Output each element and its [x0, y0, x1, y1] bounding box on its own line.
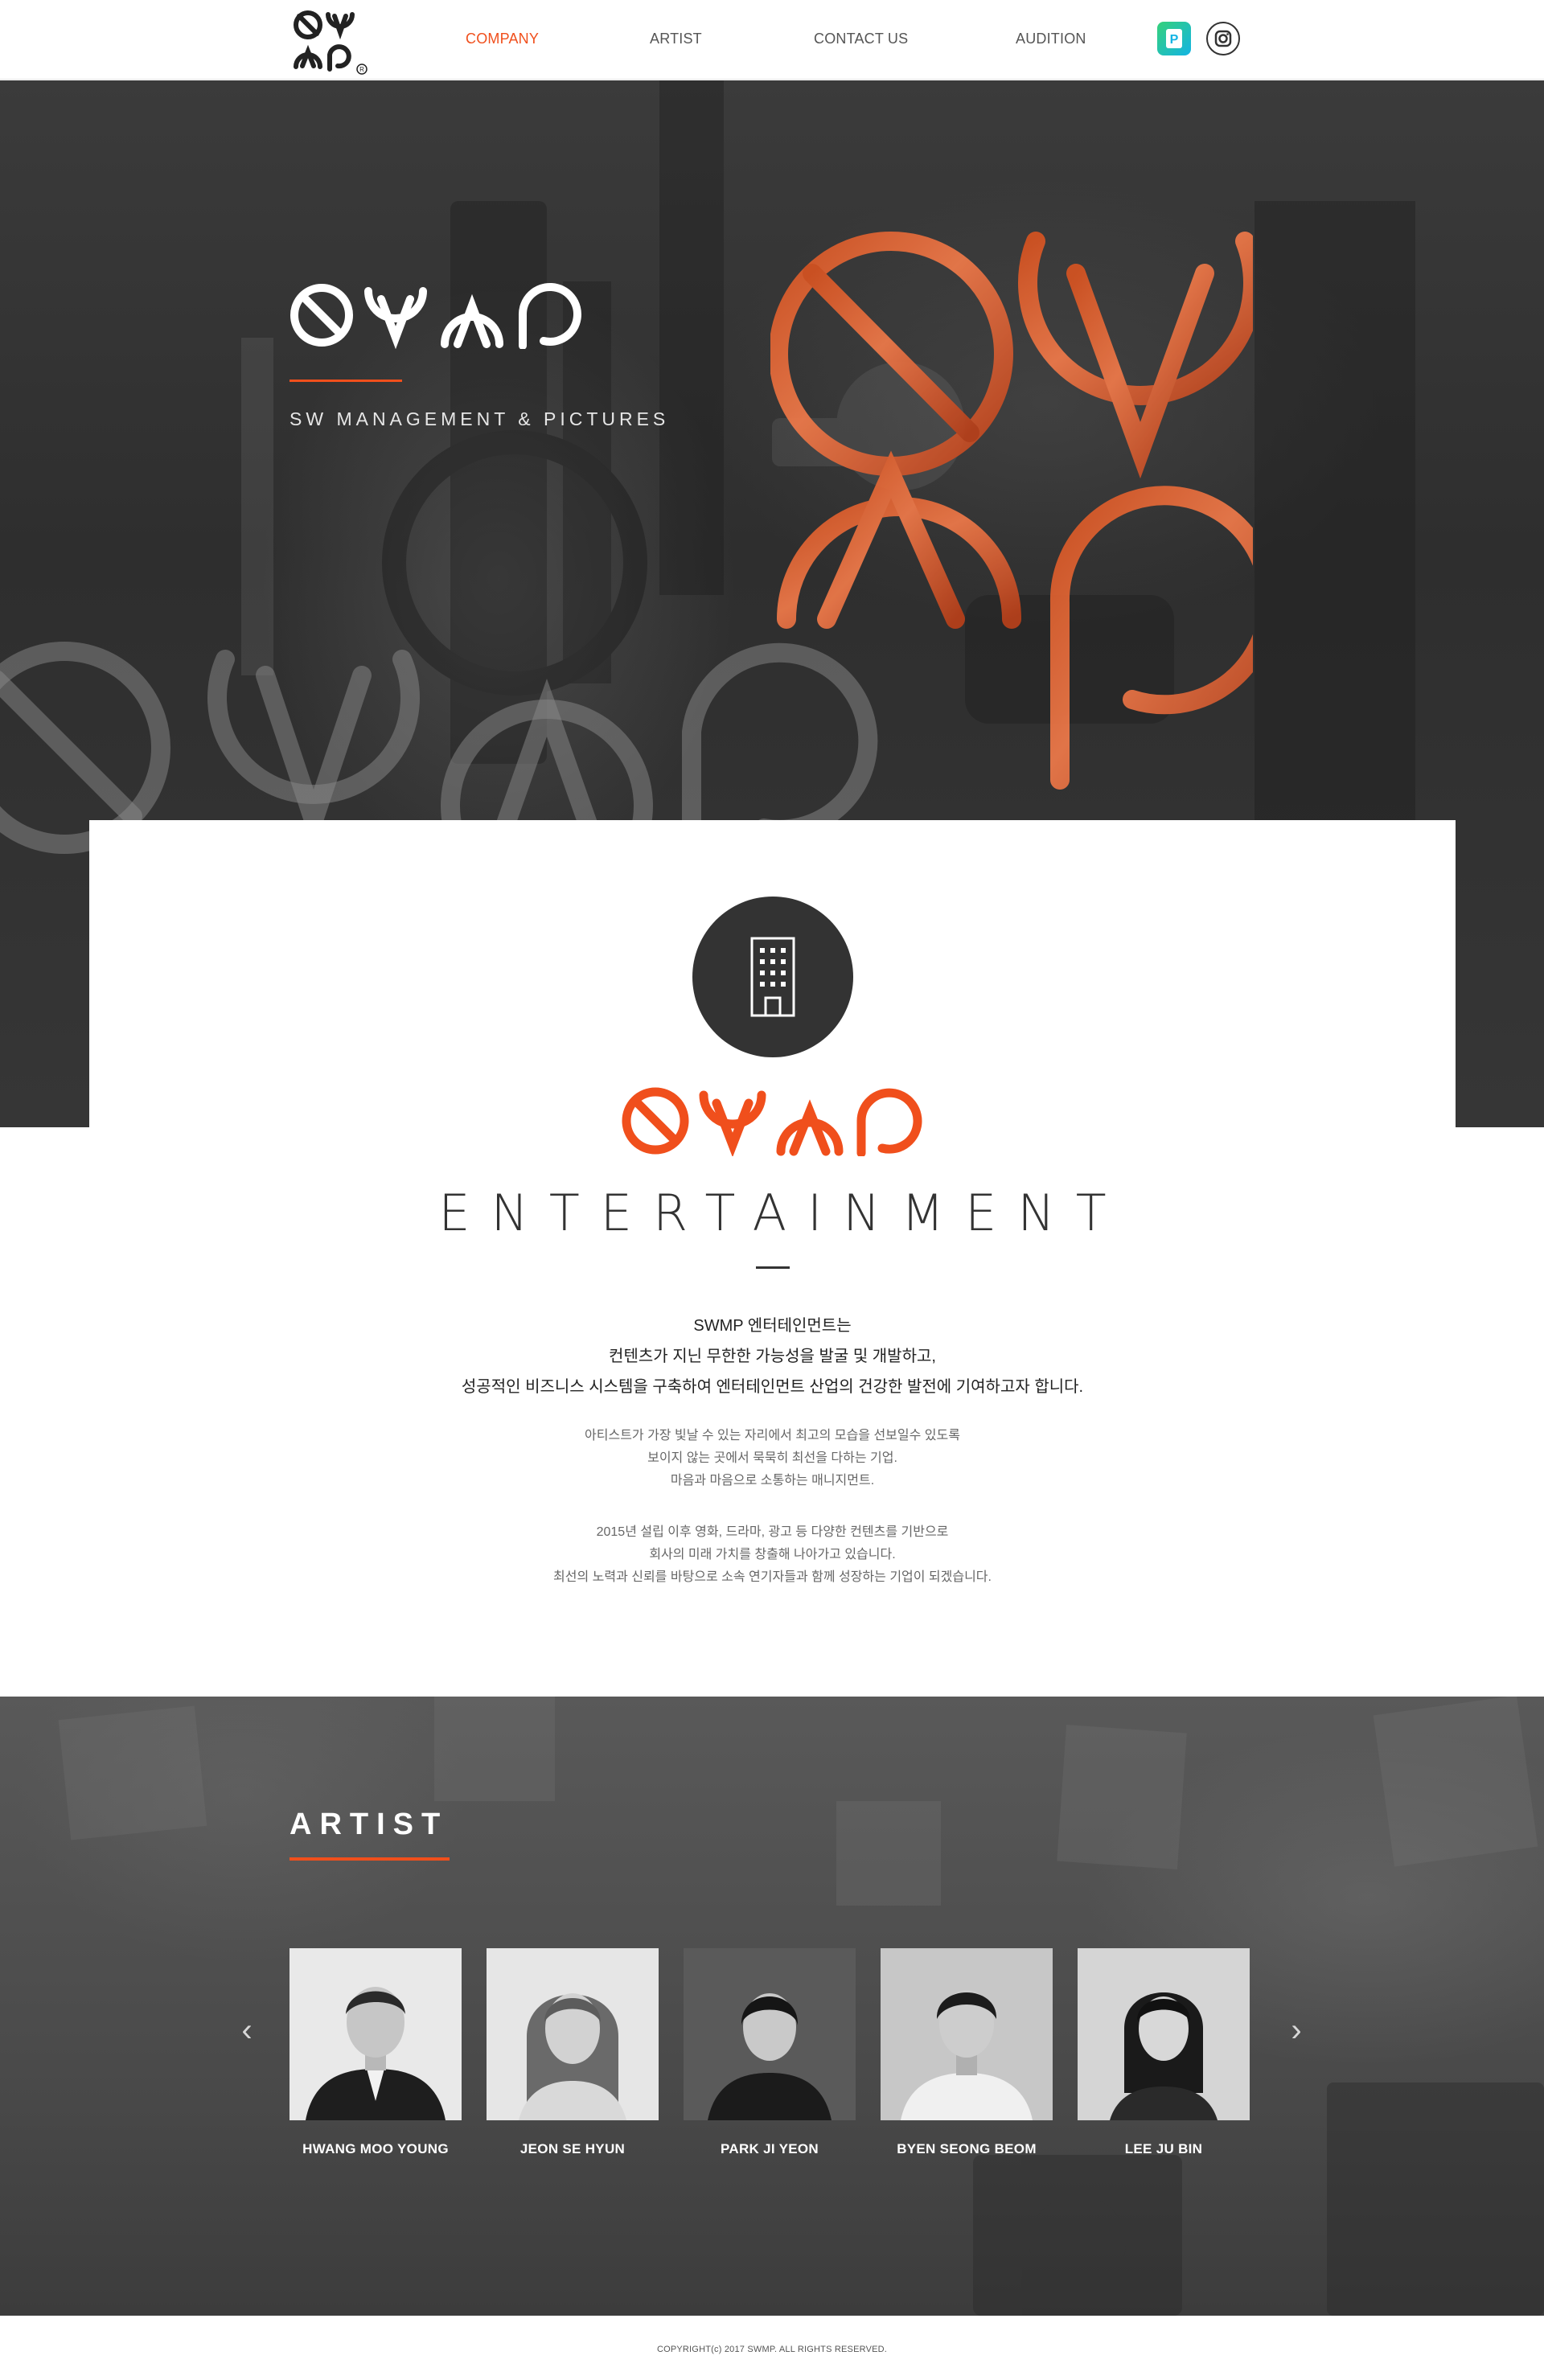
artist-carousel: HWANG MOO YOUNG JEON SE HYUN PARK JI YEO…: [290, 1948, 1254, 2189]
artist-name[interactable]: JEON SE HYUN: [487, 2141, 659, 2157]
svg-text:R: R: [359, 66, 364, 73]
lead-line: 컨텐츠가 지닌 무한한 가능성을 발굴 및 개발하고,: [609, 1348, 936, 1365]
svg-text:P: P: [1170, 33, 1179, 47]
chevron-right-icon[interactable]: ›: [1284, 2014, 1308, 2046]
paragraph-line: 아티스트가 가장 빛날 수 있는 자리에서 최고의 모습을 선보일수 있도록: [585, 1429, 960, 1442]
post-icon[interactable]: P: [1157, 22, 1191, 55]
chevron-left-icon[interactable]: ‹: [235, 2014, 259, 2046]
artist-card[interactable]: LEE JU BIN: [1078, 1948, 1250, 2157]
artist-card[interactable]: BYEN SEONG BEOM: [881, 1948, 1053, 2157]
copyright-text: COPYRIGHT(c) 2017 SWMP. ALL RIGHTS RESER…: [656, 2345, 888, 2354]
company-paragraph-2: 2015년 설립 이후 영화, 드라마, 광고 등 다양한 컨텐츠를 기반으로 …: [89, 1521, 1456, 1589]
swmp-logo[interactable]: R: [288, 6, 368, 76]
nav-audition[interactable]: AUDITION: [1016, 31, 1086, 47]
artist-card[interactable]: JEON SE HYUN: [487, 1948, 659, 2157]
nav-contact-us[interactable]: CONTACT US: [814, 31, 908, 47]
artist-card[interactable]: PARK JI YEON: [684, 1948, 856, 2157]
artist-section-title: ARTIST: [290, 1808, 449, 1841]
lead-line: 성공적인 비즈니스 시스템을 구축하여 엔터테인먼트 산업의 건강한 발전에 기…: [461, 1378, 1084, 1396]
company-intro-card: ENTERTAINMENT SWMP 엔터테인먼트는 컨텐츠가 지닌 무한한 가…: [89, 820, 1456, 1697]
company-paragraph-1: 아티스트가 가장 빛날 수 있는 자리에서 최고의 모습을 선보일수 있도록 보…: [89, 1425, 1456, 1492]
artist-photo[interactable]: [684, 1948, 856, 2120]
paragraph-line: 회사의 미래 가치를 창출해 나아가고 있습니다.: [649, 1548, 896, 1561]
artist-photo[interactable]: [1078, 1948, 1250, 2120]
paragraph-line: 마음과 마음으로 소통하는 매니지먼트.: [670, 1474, 875, 1488]
hero-subtitle: SW MANAGEMENT & PICTURES: [290, 408, 670, 429]
entertainment-swmp-logo: [622, 1087, 922, 1156]
artist-section: ARTIST ‹ › HWANG MOO YOUNG JEON SE HYUN …: [0, 1697, 1544, 2316]
paragraph-line: 보이지 않는 곳에서 묵묵히 최선을 다하는 기업.: [647, 1451, 897, 1465]
artist-photo[interactable]: [881, 1948, 1053, 2120]
nav-company[interactable]: COMPANY: [466, 31, 539, 47]
company-lead-text: SWMP 엔터테인먼트는 컨텐츠가 지닌 무한한 가능성을 발굴 및 개발하고,…: [89, 1311, 1456, 1402]
top-nav: R COMPANY ARTIST CONTACT US AUDITION P: [0, 0, 1544, 80]
artist-name[interactable]: BYEN SEONG BEOM: [881, 2141, 1053, 2157]
artist-card[interactable]: HWANG MOO YOUNG: [290, 1948, 462, 2157]
hero-accent-line: [290, 380, 402, 382]
paragraph-line: 2015년 설립 이후 영화, 드라마, 광고 등 다양한 컨텐츠를 기반으로: [596, 1525, 949, 1539]
hero-swmp-logo: [290, 282, 581, 349]
title-divider: [756, 1266, 790, 1269]
entertainment-title: ENTERTAINMENT: [438, 1184, 1127, 1242]
artist-title-underline: [290, 1857, 450, 1861]
footer: COPYRIGHT(c) 2017 SWMP. ALL RIGHTS RESER…: [0, 2316, 1544, 2380]
artist-name[interactable]: LEE JU BIN: [1078, 2141, 1250, 2157]
building-icon: [692, 897, 853, 1057]
instagram-icon[interactable]: [1206, 22, 1240, 55]
nav-artist[interactable]: ARTIST: [650, 31, 702, 47]
lead-line: SWMP 엔터테인먼트는: [693, 1317, 852, 1335]
artist-photo[interactable]: [487, 1948, 659, 2120]
paragraph-line: 최선의 노력과 신뢰를 바탕으로 소속 연기자들과 함께 성장하는 기업이 되겠…: [553, 1570, 992, 1584]
artist-name[interactable]: HWANG MOO YOUNG: [290, 2141, 462, 2157]
hero-big-logo: [770, 232, 1253, 790]
artist-photo[interactable]: [290, 1948, 462, 2120]
artist-name[interactable]: PARK JI YEON: [684, 2141, 856, 2157]
